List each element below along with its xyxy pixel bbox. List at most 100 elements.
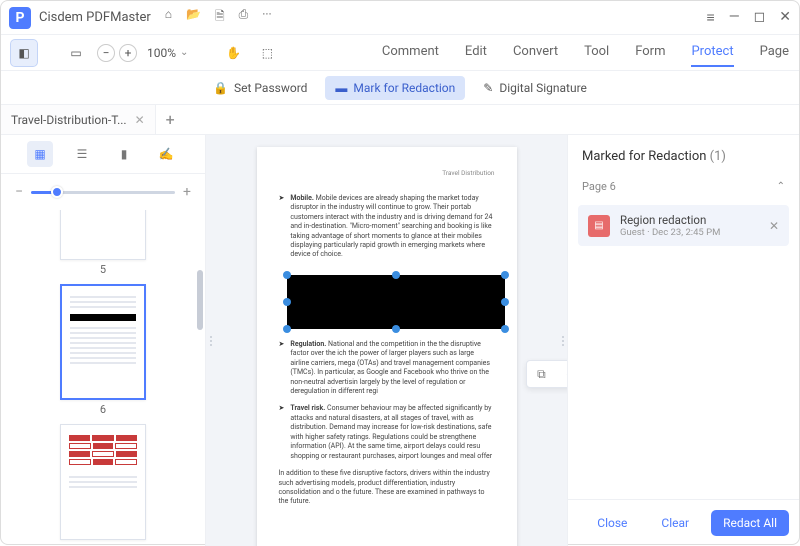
resize-handle[interactable] <box>501 298 509 306</box>
app-logo: P <box>9 7 31 29</box>
pdf-page[interactable]: Travel Distribution ➤ Mobile. Mobile devi… <box>257 147 517 546</box>
thumbnail-sidebar: ▦ ☰ ▮ ✍ − + 5 6 <box>1 135 206 546</box>
digital-signature-button[interactable]: ✎ Digital Signature <box>473 76 597 100</box>
resize-handle[interactable] <box>501 271 509 279</box>
zoom-chevron-icon[interactable]: ⌄ <box>180 47 188 58</box>
set-password-label: Set Password <box>234 81 307 95</box>
tab-page[interactable]: Page <box>760 38 789 67</box>
redact-icon: ▬ <box>335 81 347 95</box>
app-title: Cisdem PDFMaster <box>39 10 151 25</box>
set-password-button[interactable]: 🔒 Set Password <box>203 76 317 100</box>
main-area: ▦ ☰ ▮ ✍ − + 5 6 <box>1 135 799 546</box>
resize-handle[interactable] <box>283 271 291 279</box>
tab-convert[interactable]: Convert <box>513 38 558 67</box>
protect-subtoolbar: 🔒 Set Password ▬ Mark for Redaction ✎ Di… <box>1 71 799 105</box>
tab-form[interactable]: Form <box>635 38 665 67</box>
thumb-size-plus[interactable]: + <box>183 184 191 200</box>
page-thumbnail[interactable] <box>60 424 146 540</box>
redaction-panel: Marked for Redaction (1) Page 6 ⌃ ▤ Regi… <box>567 135 799 546</box>
panel-title: Marked for Redaction (1) <box>568 135 799 174</box>
save-icon[interactable]: 🗎 <box>215 7 225 28</box>
bookmark-tab-icon[interactable]: ▮ <box>111 141 137 167</box>
redaction-count: (1) <box>710 149 726 164</box>
thumbnail-scrollbar[interactable] <box>197 270 203 330</box>
bullet-arrow-icon: ➤ <box>279 340 285 397</box>
page-thumbnail[interactable]: 6 <box>60 284 146 416</box>
tab-protect[interactable]: Protect <box>691 38 733 67</box>
sidebar-toggle-button[interactable]: ◧ <box>11 40 37 66</box>
file-tab-bar: Travel-Distribution-T... ✕ + <box>1 105 799 135</box>
mark-for-redaction-button[interactable]: ▬ Mark for Redaction <box>325 76 465 100</box>
resize-handle[interactable] <box>392 325 400 333</box>
zoom-level[interactable]: 100% <box>147 46 176 60</box>
redacted-region-thumb <box>70 314 136 321</box>
open-icon[interactable]: 📂 <box>186 7 201 28</box>
resize-handle[interactable] <box>501 325 509 333</box>
redaction-item[interactable]: ▤ Region redaction Guest · Dec 23, 2:45 … <box>578 205 789 246</box>
clear-button[interactable]: Clear <box>649 510 701 536</box>
maximize-icon[interactable]: ◻ <box>754 9 766 26</box>
hand-tool-button[interactable]: ✋ <box>220 40 246 66</box>
page-number: 5 <box>60 263 146 276</box>
file-tab[interactable]: Travel-Distribution-T... ✕ <box>1 105 156 134</box>
thumb-size-minus[interactable]: − <box>15 184 23 200</box>
page-thumbnail[interactable]: 5 <box>60 210 146 276</box>
redaction-badge-icon: ▤ <box>588 215 610 237</box>
annotation-tab-icon[interactable]: ✍ <box>153 141 179 167</box>
redaction-context-toolbar: ⧉ ◔ ✓ 🗑 <box>526 360 567 388</box>
tab-tool[interactable]: Tool <box>584 38 609 67</box>
thumb-size-slider[interactable] <box>31 191 175 194</box>
redaction-region[interactable] <box>287 275 505 329</box>
tab-comment[interactable]: Comment <box>382 38 439 67</box>
more-icon[interactable]: ··· <box>262 7 271 28</box>
bullet-text: Mobile. Mobile devices are already shapi… <box>290 194 494 260</box>
file-tab-close-icon[interactable]: ✕ <box>135 113 145 127</box>
mode-tabs: Comment Edit Convert Tool Form Protect P… <box>382 38 789 67</box>
tab-edit[interactable]: Edit <box>465 38 487 67</box>
page-footer-text: In addition to these five disruptive fac… <box>279 469 495 507</box>
page-number: 6 <box>60 403 146 416</box>
digital-signature-label: Digital Signature <box>499 81 587 95</box>
titlebar: P Cisdem PDFMaster ⌂ 📂 🗎 ⎙ ··· ≡ — ◻ ✕ <box>1 1 799 35</box>
slider-thumb[interactable] <box>51 186 63 198</box>
zoom-in-button[interactable]: + <box>119 44 137 62</box>
single-page-button[interactable]: ▭ <box>63 40 89 66</box>
home-icon[interactable]: ⌂ <box>165 7 172 28</box>
document-viewer[interactable]: Travel Distribution ➤ Mobile. Mobile devi… <box>206 135 567 546</box>
appearance-icon[interactable]: ◔ <box>566 367 567 381</box>
mark-for-redaction-label: Mark for Redaction <box>353 81 455 95</box>
hamburger-icon[interactable]: ≡ <box>707 9 715 26</box>
lock-icon: 🔒 <box>213 81 228 95</box>
copy-icon[interactable]: ⧉ <box>537 367 546 382</box>
chevron-up-icon: ⌃ <box>777 181 785 192</box>
resize-handle[interactable] <box>392 271 400 279</box>
thumbnail-list[interactable]: 5 6 <box>1 210 205 546</box>
main-toolbar: ◧ ▭ − + 100% ⌄ ✋ ⬚ Comment Edit Convert … <box>1 35 799 71</box>
left-resize-grip[interactable] <box>208 330 213 352</box>
minimize-icon[interactable]: — <box>729 9 740 26</box>
zoom-out-button[interactable]: − <box>97 44 115 62</box>
bullet-text: Travel risk. Consumer behaviour may be a… <box>290 404 494 461</box>
redaction-item-title: Region redaction <box>620 213 759 227</box>
bullet-text: Regulation. National and the competition… <box>290 340 494 397</box>
remove-redaction-icon[interactable]: ✕ <box>769 219 779 233</box>
thumbnails-tab-icon[interactable]: ▦ <box>27 141 53 167</box>
redact-all-button[interactable]: Redact All <box>711 510 789 536</box>
section-label: Page 6 <box>582 180 616 193</box>
redaction-item-subtitle: Guest · Dec 23, 2:45 PM <box>620 227 759 238</box>
outline-tab-icon[interactable]: ☰ <box>69 141 95 167</box>
print-icon[interactable]: ⎙ <box>239 7 249 28</box>
file-tab-name: Travel-Distribution-T... <box>11 113 127 127</box>
close-window-icon[interactable]: ✕ <box>779 9 791 26</box>
signature-icon: ✎ <box>483 81 493 95</box>
right-resize-grip[interactable] <box>560 330 565 352</box>
panel-footer: Close Clear Redact All <box>568 499 799 546</box>
panel-section-header[interactable]: Page 6 ⌃ <box>568 174 799 199</box>
bullet-arrow-icon: ➤ <box>279 404 285 461</box>
resize-handle[interactable] <box>283 298 291 306</box>
close-button[interactable]: Close <box>585 510 639 536</box>
select-tool-button[interactable]: ⬚ <box>254 40 280 66</box>
resize-handle[interactable] <box>283 325 291 333</box>
page-header: Travel Distribution <box>279 169 495 178</box>
add-tab-button[interactable]: + <box>156 110 185 129</box>
